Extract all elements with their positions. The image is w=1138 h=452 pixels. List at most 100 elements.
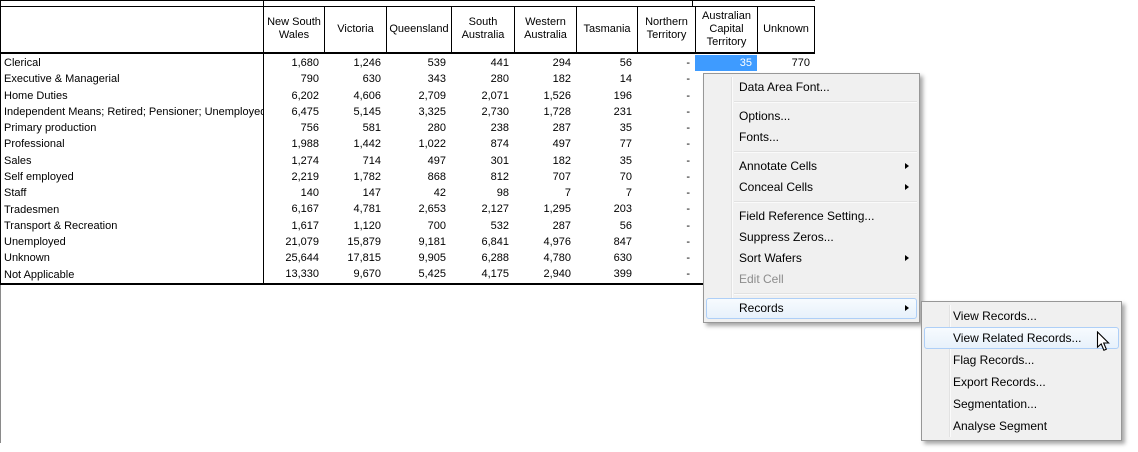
data-cell[interactable]: - [637, 201, 695, 217]
data-cell[interactable]: 21,079 [263, 234, 324, 250]
data-cell[interactable]: 441 [451, 55, 514, 71]
data-cell[interactable]: 1,782 [324, 169, 386, 185]
data-cell[interactable]: 280 [386, 120, 451, 136]
menu-item[interactable]: View Related Records... [924, 327, 1119, 349]
data-cell[interactable]: 9,905 [386, 250, 451, 266]
data-cell[interactable]: - [637, 153, 695, 169]
data-cell[interactable]: 4,781 [324, 201, 386, 217]
data-cell[interactable]: 399 [576, 266, 637, 282]
data-cell[interactable]: 874 [451, 136, 514, 152]
row-label[interactable]: Transport & Recreation [0, 220, 263, 232]
menu-item[interactable]: Flag Records... [924, 349, 1119, 371]
row-label[interactable]: Unknown [0, 252, 263, 264]
data-cell[interactable]: 581 [324, 120, 386, 136]
data-cell[interactable]: 35 [576, 153, 637, 169]
column-header[interactable]: Unknown [757, 6, 815, 52]
data-cell[interactable]: 714 [324, 153, 386, 169]
data-cell[interactable]: - [637, 218, 695, 234]
column-header[interactable]: Northern Territory [637, 6, 695, 52]
data-cell[interactable]: 70 [576, 169, 637, 185]
data-cell[interactable]: - [637, 266, 695, 282]
data-cell[interactable]: 203 [576, 201, 637, 217]
row-label[interactable]: Clerical [0, 57, 263, 69]
row-label[interactable]: Home Duties [0, 90, 263, 102]
data-cell[interactable]: 497 [386, 153, 451, 169]
menu-item[interactable]: Segmentation... [924, 393, 1119, 415]
menu-item[interactable]: View Records... [924, 305, 1119, 327]
menu-item[interactable]: Data Area Font... [706, 77, 917, 98]
data-cell[interactable]: 294 [514, 55, 576, 71]
data-cell[interactable]: 14 [576, 71, 637, 87]
data-cell[interactable]: 9,181 [386, 234, 451, 250]
data-cell[interactable]: 42 [386, 185, 451, 201]
data-cell[interactable]: 1,246 [324, 55, 386, 71]
data-cell[interactable]: 707 [514, 169, 576, 185]
data-cell[interactable]: 343 [386, 71, 451, 87]
column-header[interactable]: South Australia [451, 6, 514, 52]
data-cell[interactable]: 1,120 [324, 218, 386, 234]
data-cell[interactable]: 1,274 [263, 153, 324, 169]
row-label[interactable]: Tradesmen [0, 204, 263, 216]
menu-item[interactable]: Options... [706, 106, 917, 127]
column-header[interactable]: Queensland [386, 6, 451, 52]
data-cell[interactable]: 630 [324, 71, 386, 87]
data-cell[interactable]: 868 [386, 169, 451, 185]
data-cell[interactable]: 1,728 [514, 104, 576, 120]
data-cell[interactable]: 6,202 [263, 88, 324, 104]
data-cell[interactable]: 238 [451, 120, 514, 136]
data-cell[interactable]: 1,526 [514, 88, 576, 104]
data-cell[interactable]: 2,071 [451, 88, 514, 104]
row-label[interactable]: Independent Means; Retired; Pensioner; U… [0, 106, 263, 118]
data-cell[interactable]: 287 [514, 218, 576, 234]
menu-item[interactable]: Field Reference Setting... [706, 206, 917, 227]
data-cell[interactable]: - [637, 88, 695, 104]
data-cell[interactable]: 5,145 [324, 104, 386, 120]
menu-item[interactable]: Annotate Cells [706, 156, 917, 177]
menu-item[interactable]: Records [706, 298, 917, 319]
data-cell[interactable]: 630 [576, 250, 637, 266]
data-cell[interactable]: 847 [576, 234, 637, 250]
data-cell[interactable]: 497 [514, 136, 576, 152]
data-cell[interactable]: 56 [576, 218, 637, 234]
data-cell[interactable]: 17,815 [324, 250, 386, 266]
data-cell[interactable]: 812 [451, 169, 514, 185]
column-header[interactable]: New South Wales [263, 6, 324, 52]
row-label[interactable]: Primary production [0, 122, 263, 134]
column-header[interactable]: Victoria [324, 6, 386, 52]
data-cell[interactable]: 756 [263, 120, 324, 136]
data-cell[interactable]: 56 [576, 55, 637, 71]
data-cell[interactable]: 182 [514, 71, 576, 87]
data-cell[interactable]: 770 [757, 55, 815, 71]
data-cell[interactable]: 1,680 [263, 55, 324, 71]
data-cell[interactable]: 15,879 [324, 234, 386, 250]
data-cell[interactable]: 2,940 [514, 266, 576, 282]
data-cell[interactable]: 98 [451, 185, 514, 201]
menu-item[interactable]: Fonts... [706, 127, 917, 148]
data-cell[interactable]: 1,295 [514, 201, 576, 217]
row-label[interactable]: Sales [0, 155, 263, 167]
data-cell[interactable]: 790 [263, 71, 324, 87]
data-cell[interactable]: 4,780 [514, 250, 576, 266]
data-cell[interactable]: 182 [514, 153, 576, 169]
row-label[interactable]: Not Applicable [0, 269, 263, 281]
row-label[interactable]: Executive & Managerial [0, 73, 263, 85]
data-cell[interactable]: 1,442 [324, 136, 386, 152]
data-cell[interactable]: 7 [576, 185, 637, 201]
column-header[interactable]: Australian Capital Territory [695, 6, 757, 52]
data-cell[interactable]: 13,330 [263, 266, 324, 282]
data-cell[interactable]: - [637, 55, 695, 71]
data-cell[interactable]: 700 [386, 218, 451, 234]
data-cell[interactable]: 2,127 [451, 201, 514, 217]
data-cell[interactable]: 6,841 [451, 234, 514, 250]
data-cell[interactable]: - [637, 136, 695, 152]
data-cell[interactable]: - [637, 120, 695, 136]
data-cell[interactable]: 301 [451, 153, 514, 169]
data-cell[interactable]: 6,288 [451, 250, 514, 266]
data-cell[interactable]: 4,606 [324, 88, 386, 104]
row-label[interactable]: Staff [0, 187, 263, 199]
data-cell[interactable]: 147 [324, 185, 386, 201]
data-cell[interactable]: 25,644 [263, 250, 324, 266]
row-label[interactable]: Unemployed [0, 236, 263, 248]
data-cell[interactable]: 2,653 [386, 201, 451, 217]
data-cell[interactable]: - [637, 234, 695, 250]
